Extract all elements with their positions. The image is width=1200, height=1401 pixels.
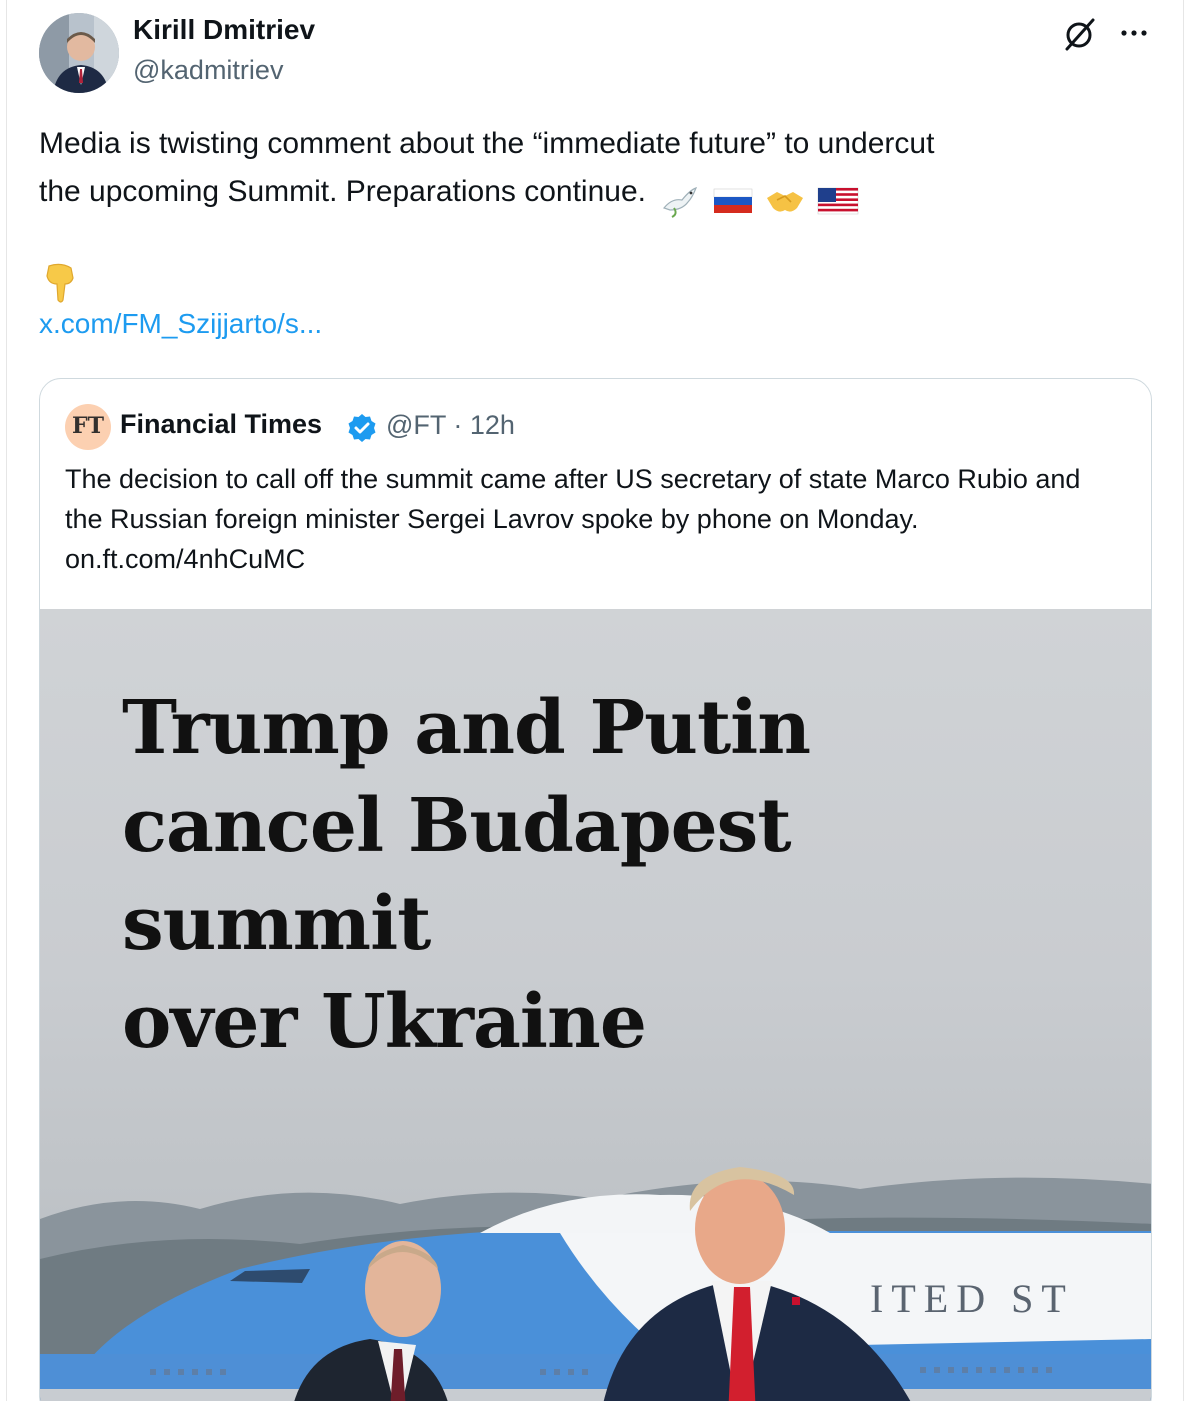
more-horizontal-icon[interactable] [1117, 16, 1151, 50]
ft-avatar-text: FT [72, 413, 104, 439]
us-flag-icon [818, 187, 859, 215]
headline-line-2: cancel Budapest summit [122, 783, 792, 967]
point-down-icon [41, 262, 81, 304]
author-avatar[interactable] [39, 13, 119, 93]
article-headline: Trump and Putin cancel Budapest summit o… [122, 679, 1022, 1071]
dove-icon [663, 187, 698, 219]
russia-flag-icon [713, 188, 752, 214]
headline-line-1: Trump and Putin [122, 685, 811, 771]
grok-icon[interactable] [1063, 16, 1097, 52]
verified-badge-icon [346, 412, 378, 444]
avatar-photo-icon [39, 13, 119, 93]
post-text-line-1: Media is twisting comment about the “imm… [39, 127, 935, 160]
quote-author-name[interactable]: Financial Times [120, 409, 322, 440]
quote-meta: @FT · 12h [386, 410, 515, 440]
ft-avatar[interactable]: FT [65, 404, 111, 450]
plane-lettering: ITED ST [870, 1276, 1074, 1321]
quoted-tweet-card[interactable]: FT Financial Times @FT · 12h The decisio… [39, 378, 1152, 1401]
quote-text: The decision to call off the summit came… [65, 464, 1081, 574]
post-text-line-2: the upcoming Summit. Preparations contin… [39, 175, 646, 208]
post-text-line-2-wrap: the upcoming Summit. Preparations contin… [39, 168, 1159, 219]
headline-line-3: over Ukraine [122, 979, 647, 1065]
handshake-icon [767, 192, 804, 212]
post-text: Media is twisting comment about the “imm… [39, 120, 1159, 219]
post-container: Kirill Dmitriev @kadmitriev Media is twi… [6, 0, 1184, 1401]
author-handle[interactable]: @kadmitriev [133, 55, 283, 86]
emoji-row [660, 176, 863, 219]
post-link[interactable]: x.com/FM_Szijjarto/s... [39, 308, 322, 340]
quote-article-image[interactable]: Trump and Putin cancel Budapest summit o… [40, 609, 1151, 1401]
author-name[interactable]: Kirill Dmitriev [133, 14, 315, 46]
